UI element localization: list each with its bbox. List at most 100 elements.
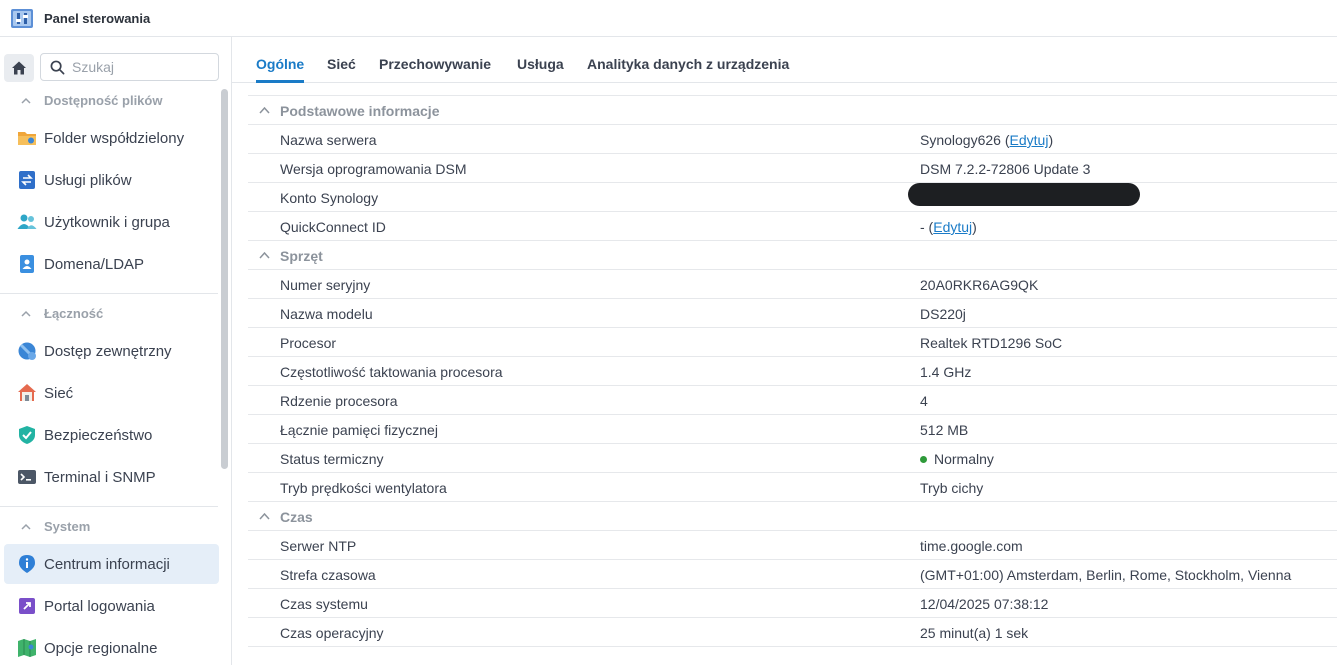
folder-icon — [18, 132, 36, 145]
group-connectivity[interactable]: Łączność — [21, 306, 103, 321]
table-row: Nazwa serwera Synology626 (Edytuj) — [248, 125, 1337, 154]
title-bar: Panel sterowania — [0, 0, 1337, 37]
table-row: Konto Synology — [248, 183, 1337, 212]
section-title: Czas — [280, 509, 313, 525]
tab-device-analytics[interactable]: Analityka danych z urządzenia — [587, 56, 789, 72]
thermal-status-value: Normalny — [934, 451, 994, 467]
table-row: Wersja oprogramowania DSM DSM 7.2.2-7280… — [248, 154, 1337, 183]
row-label: Nazwa serwera — [280, 132, 377, 148]
sidebar-item-file-services[interactable]: Usługi plików — [4, 160, 219, 200]
tab-bar: Ogólne Sieć Przechowywanie Usługa Analit… — [232, 37, 1337, 83]
tab-network[interactable]: Sieć — [327, 56, 356, 72]
redacted-account-value — [908, 183, 1140, 206]
divider — [0, 293, 218, 294]
section-header-hardware[interactable]: Sprzęt — [248, 241, 1337, 270]
sidebar-item-shared-folder[interactable]: Folder współdzielony — [4, 118, 219, 158]
row-label: Tryb prędkości wentylatora — [280, 480, 447, 496]
sidebar-item-info-center[interactable]: Centrum informacji — [4, 544, 219, 584]
sidebar-item-label: Bezpieczeństwo — [44, 426, 153, 444]
section-header-time[interactable]: Czas — [248, 502, 1337, 531]
status-ok-dot-icon — [920, 456, 927, 463]
table-row: Numer seryjny 20A0RKR6AG9QK — [248, 270, 1337, 299]
row-value: 1.4 GHz — [920, 364, 972, 380]
sidebar-scrollbar[interactable] — [221, 89, 228, 469]
row-label: Nazwa modelu — [280, 306, 373, 322]
row-value: (GMT+01:00) Amsterdam, Berlin, Rome, Sto… — [920, 567, 1292, 583]
table-row: Status termiczny Normalny — [248, 444, 1337, 473]
sidebar-item-label: Użytkownik i grupa — [44, 213, 170, 231]
row-label: Procesor — [280, 335, 337, 351]
tab-storage[interactable]: Przechowywanie — [379, 56, 491, 72]
edit-server-name-link[interactable]: Edytuj — [1010, 132, 1049, 148]
sidebar-item-login-portal[interactable]: Portal logowania — [4, 586, 219, 626]
active-tab-indicator — [256, 80, 304, 83]
row-value: time.google.com — [920, 538, 1023, 554]
regional-options-icon — [18, 639, 36, 657]
table-row: Procesor Realtek RTD1296 SoC — [248, 328, 1337, 357]
search-box[interactable] — [40, 53, 219, 81]
row-label: Numer seryjny — [280, 277, 371, 293]
users-icon — [17, 214, 37, 229]
sidebar-item-domain-ldap[interactable]: Domena/LDAP — [4, 244, 219, 284]
sidebar-item-label: Dostęp zewnętrzny — [44, 342, 172, 360]
group-system[interactable]: System — [21, 519, 90, 534]
sidebar-item-label: Sieć — [44, 384, 74, 402]
section-title: Podstawowe informacje — [280, 103, 440, 119]
table-row: Łącznie pamięci fizycznej 512 MB — [248, 415, 1337, 444]
edit-quickconnect-link[interactable]: Edytuj — [933, 219, 972, 235]
table-row: Częstotliwość taktowania procesora 1.4 G… — [248, 357, 1337, 386]
chevron-up-icon — [21, 523, 31, 530]
table-row: QuickConnect ID - (Edytuj) — [248, 212, 1337, 241]
domain-icon — [20, 255, 34, 273]
row-label: Łącznie pamięci fizycznej — [280, 422, 438, 438]
row-value: 512 MB — [920, 422, 969, 438]
home-icon — [12, 61, 26, 75]
row-label: Częstotliwość taktowania procesora — [280, 364, 503, 380]
sidebar-item-label: Domena/LDAP — [44, 255, 145, 273]
row-label: Czas systemu — [280, 596, 368, 612]
sidebar-item-terminal-snmp[interactable]: Terminal i SNMP — [4, 457, 219, 497]
chevron-up-icon — [259, 251, 270, 259]
sidebar-item-external-access[interactable]: Dostęp zewnętrzny — [4, 331, 219, 371]
row-value: - (Edytuj) — [920, 219, 977, 235]
quickconnect-value: - — [920, 219, 925, 235]
group-label: System — [44, 519, 91, 534]
info-icon — [19, 555, 35, 573]
shield-icon — [19, 426, 35, 444]
sidebar-item-regional-options[interactable]: Opcje regionalne — [4, 628, 219, 665]
table-row: Rdzenie procesora 4 — [248, 386, 1337, 415]
section-title: Sprzęt — [280, 248, 323, 264]
row-label: Konto Synology — [280, 190, 379, 206]
group-label: Łączność — [44, 306, 104, 321]
terminal-icon — [18, 470, 36, 484]
row-label: Rdzenie procesora — [280, 393, 398, 409]
sidebar-item-security[interactable]: Bezpieczeństwo — [4, 415, 219, 455]
row-value: Synology626 (Edytuj) — [920, 132, 1054, 148]
row-value: DSM 7.2.2-72806 Update 3 — [920, 161, 1091, 177]
sidebar: Dostępność plików Folder współdzielony U… — [0, 37, 232, 665]
group-file-sharing[interactable]: Dostępność plików — [21, 93, 162, 108]
row-label: Strefa czasowa — [280, 567, 376, 583]
sidebar-item-label: Centrum informacji — [44, 555, 170, 573]
sidebar-item-label: Opcje regionalne — [44, 639, 158, 657]
sidebar-item-user-group[interactable]: Użytkownik i grupa — [4, 202, 219, 242]
window-title: Panel sterowania — [44, 10, 151, 26]
external-access-icon — [18, 342, 36, 360]
sidebar-item-network[interactable]: Sieć — [4, 373, 219, 413]
search-input[interactable] — [72, 59, 202, 75]
home-button[interactable] — [4, 54, 34, 82]
control-panel-icon — [11, 9, 33, 28]
row-value: 12/04/2025 07:38:12 — [920, 596, 1049, 612]
row-value: 25 minut(a) 1 sek — [920, 625, 1029, 641]
table-row: Czas operacyjny 25 minut(a) 1 sek — [248, 618, 1337, 647]
server-name-value: Synology626 — [920, 132, 1001, 148]
info-table: Podstawowe informacje Nazwa serwera Syno… — [248, 95, 1337, 647]
sidebar-item-label: Portal logowania — [44, 597, 155, 615]
tab-general[interactable]: Ogólne — [256, 56, 304, 72]
row-value: Tryb cichy — [920, 480, 984, 496]
section-header-basic[interactable]: Podstawowe informacje — [248, 96, 1337, 125]
tab-service[interactable]: Usługa — [517, 56, 564, 72]
table-row: Serwer NTP time.google.com — [248, 531, 1337, 560]
row-value: 20A0RKR6AG9QK — [920, 277, 1039, 293]
table-row: Nazwa modelu DS220j — [248, 299, 1337, 328]
